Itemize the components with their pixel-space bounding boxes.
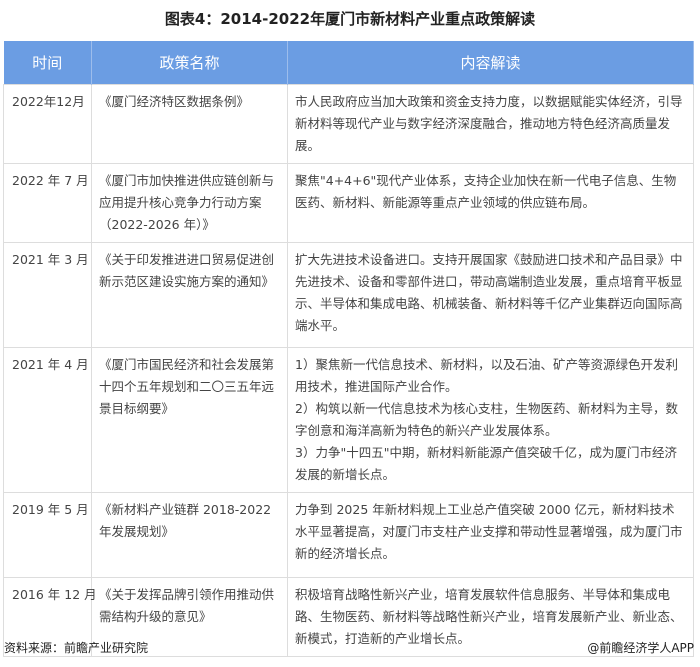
cell-time: 2022 年 7 月: [3, 163, 92, 243]
table-header-row: 时间 政策名称 内容解读: [3, 41, 694, 85]
cell-time: 2021 年 3 月: [3, 242, 92, 348]
content-paragraph: 力争到 2025 年新材料规上工业总产值突破 2000 亿元，新材料技术水平显著…: [295, 502, 683, 561]
cell-content: 扩大先进技术设备进口。支持开展国家《鼓励进口技术和产品目录》中先进技术、设备和零…: [287, 242, 694, 348]
content-paragraph: 3）力争"十四五"中期，新材料新能源产值突破千亿，成为厦门市经济发展的新增长点。: [295, 445, 677, 482]
cell-policy: 《关于印发推进进口贸易促进创新示范区建设实施方案的通知》: [91, 242, 288, 348]
header-time: 时间: [3, 41, 92, 85]
cell-time: 2022年12月: [3, 84, 92, 164]
cell-policy: 《新材料产业链群 2018-2022 年发展规划》: [91, 492, 288, 578]
table-row: 2019 年 5 月《新材料产业链群 2018-2022 年发展规划》 力争到 2…: [3, 492, 694, 578]
cell-policy: 《厦门市国民经济和社会发展第十四个五年规划和二〇三五年远景目标纲要》: [91, 347, 288, 493]
cell-policy: 《厦门经济特区数据条例》: [91, 84, 288, 164]
cell-content: 聚焦"4+4+6"现代产业体系，支持企业加快在新一代电子信息、生物医药、新材料、…: [287, 163, 694, 243]
source-note: 资料来源：前瞻产业研究院: [4, 641, 149, 655]
content-paragraph: 聚焦"4+4+6"现代产业体系，支持企业加快在新一代电子信息、生物医药、新材料、…: [295, 173, 677, 210]
policy-table: 时间 政策名称 内容解读 2022年12月 《厦门经济特区数据条例》 市人民政府应当…: [3, 41, 694, 657]
cell-content: 1）聚焦新一代信息技术、新材料，以及石油、矿产等资源绿色开发利用技术，推进国际产…: [287, 347, 694, 493]
content-paragraph: 扩大先进技术设备进口。支持开展国家《鼓励进口技术和产品目录》中先进技术、设备和零…: [295, 252, 683, 333]
cell-content: 力争到 2025 年新材料规上工业总产值突破 2000 亿元，新材料技术水平显著…: [287, 492, 694, 578]
header-policy: 政策名称: [91, 41, 288, 85]
cell-content: 市人民政府应当加大政策和资金支持力度，以数据赋能实体经济，引导新材料等现代产业与…: [287, 84, 694, 164]
content-paragraph: 1）聚焦新一代信息技术、新材料，以及石油、矿产等资源绿色开发利用技术，推进国际产…: [295, 357, 678, 394]
cell-policy: 《厦门市加快推进供应链创新与应用提升核心竞争力行动方案（2022-2026 年）…: [91, 163, 288, 243]
table-row: 2022年12月 《厦门经济特区数据条例》 市人民政府应当加大政策和资金支持力度，以…: [3, 84, 694, 164]
table-row: 2022 年 7 月《厦门市加快推进供应链创新与应用提升核心竞争力行动方案（20…: [3, 163, 694, 243]
page-title: 图表4：2014-2022年厦门市新材料产业重点政策解读: [164, 10, 536, 28]
content-paragraph: 2）构筑以新一代信息技术为核心支柱，生物医药、新材料为主导，数字创意和海洋高新为…: [295, 401, 678, 438]
header-content: 内容解读: [287, 41, 694, 85]
cell-time: 2021 年 4 月: [3, 347, 92, 493]
table-row: 2021 年 3 月《关于印发推进进口贸易促进创新示范区建设实施方案的通知》 扩大…: [3, 242, 694, 348]
table-row: 2021 年 4 月《厦门市国民经济和社会发展第十四个五年规划和二〇三五年远景目…: [3, 347, 694, 493]
content-paragraph: 市人民政府应当加大政策和资金支持力度，以数据赋能实体经济，引导新材料等现代产业与…: [295, 94, 683, 153]
credit-note: @前瞻经济学人APP: [587, 641, 694, 655]
cell-time: 2019 年 5 月: [3, 492, 92, 578]
